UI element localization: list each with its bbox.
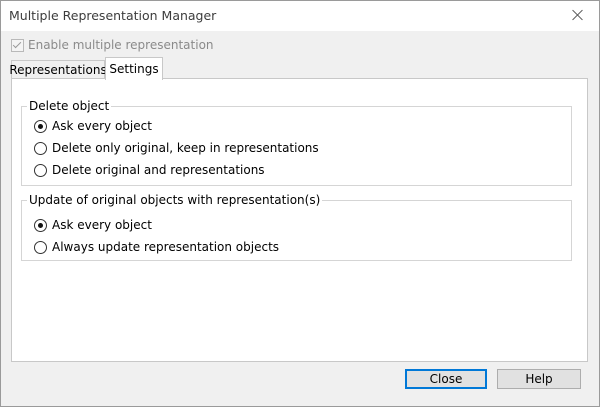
tab-representations-label: Representations xyxy=(9,63,107,77)
help-button-label: Help xyxy=(525,372,553,386)
radio-unselected-icon[interactable] xyxy=(34,141,47,155)
radio-delete-original-and-representations[interactable]: Delete original and representations xyxy=(34,162,265,178)
update-group-legend: Update of original objects with represen… xyxy=(27,193,323,207)
window-title: Multiple Representation Manager xyxy=(9,8,217,23)
radio-unselected-icon[interactable] xyxy=(34,163,47,177)
tab-settings-label: Settings xyxy=(109,62,159,76)
checkbox-icon[interactable] xyxy=(11,38,24,52)
radio-label: Always update representation objects xyxy=(52,240,280,254)
settings-panel: Delete object Ask every object Delete on… xyxy=(11,78,588,362)
update-original-objects-group: Update of original objects with represen… xyxy=(21,193,572,261)
radio-delete-ask-every-object[interactable]: Ask every object xyxy=(34,118,152,134)
close-button-label: Close xyxy=(429,372,463,386)
close-button[interactable]: Close xyxy=(405,369,487,389)
dialog-window: Multiple Representation Manager Enable m… xyxy=(0,0,600,407)
delete-object-group: Delete object Ask every object Delete on… xyxy=(21,99,572,186)
radio-label: Ask every object xyxy=(52,218,152,232)
radio-selected-icon[interactable] xyxy=(34,119,47,133)
delete-object-legend: Delete object xyxy=(27,99,112,113)
help-button[interactable]: Help xyxy=(497,369,581,389)
radio-label: Delete original and representations xyxy=(52,163,265,177)
radio-label: Delete only original, keep in representa… xyxy=(52,141,319,155)
radio-label: Ask every object xyxy=(52,119,152,133)
tab-representations[interactable]: Representations xyxy=(9,60,107,79)
title-bar: Multiple Representation Manager xyxy=(1,1,599,31)
close-icon[interactable] xyxy=(571,8,585,22)
radio-always-update-representation[interactable]: Always update representation objects xyxy=(34,239,279,255)
radio-selected-icon[interactable] xyxy=(34,218,47,232)
tab-settings[interactable]: Settings xyxy=(105,57,163,80)
enable-checkbox-label: Enable multiple representation xyxy=(28,38,214,52)
check-mark-icon xyxy=(12,39,22,48)
radio-update-ask-every-object[interactable]: Ask every object xyxy=(34,217,152,233)
enable-multiple-representation-checkbox[interactable]: Enable multiple representation xyxy=(11,37,214,53)
radio-delete-only-original[interactable]: Delete only original, keep in representa… xyxy=(34,140,319,156)
radio-unselected-icon[interactable] xyxy=(34,240,47,254)
